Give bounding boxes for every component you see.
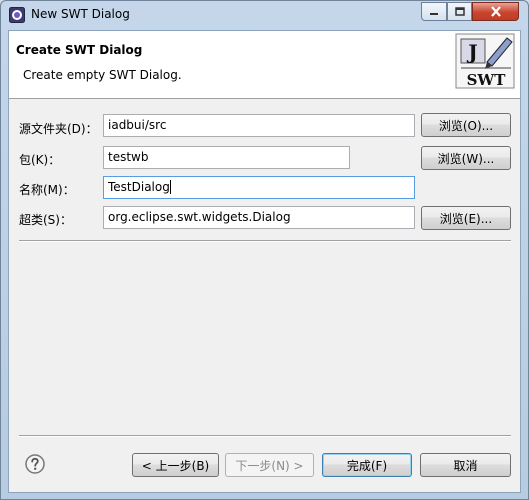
package-label: 包(K)： xyxy=(19,153,61,167)
maximize-icon xyxy=(454,7,465,16)
title-bar[interactable]: New SWT Dialog xyxy=(1,1,528,29)
close-icon xyxy=(490,6,501,17)
swt-wizard-icon: J SWT xyxy=(455,33,515,89)
minimize-icon xyxy=(430,12,438,15)
back-button[interactable]: < 上一步(B) xyxy=(132,453,219,477)
source-folder-label: 源文件夹(D)： xyxy=(19,122,98,136)
text-caret xyxy=(169,180,171,194)
logo-text: SWT xyxy=(467,71,507,89)
name-input[interactable]: TestDialog xyxy=(103,176,415,199)
browse-package-button[interactable]: 浏览(W)... xyxy=(421,146,511,170)
name-input-value: TestDialog xyxy=(108,180,170,194)
maximize-button[interactable] xyxy=(447,2,472,21)
browse-superclass-button[interactable]: 浏览(E)... xyxy=(421,206,511,230)
footer-separator xyxy=(19,435,511,437)
eclipse-icon xyxy=(9,7,25,23)
superclass-input[interactable]: org.eclipse.swt.widgets.Dialog xyxy=(103,206,415,229)
form-separator xyxy=(19,240,511,242)
finish-button[interactable]: 完成(F) xyxy=(322,453,412,477)
window-title: New SWT Dialog xyxy=(31,7,130,21)
name-label: 名称(M)： xyxy=(19,183,75,197)
cancel-button[interactable]: 取消 xyxy=(420,453,511,477)
logo-letter: J xyxy=(466,40,477,64)
wizard-banner: Create SWT Dialog Create empty SWT Dialo… xyxy=(9,31,520,99)
superclass-label: 超类(S)： xyxy=(19,213,72,227)
minimize-button[interactable] xyxy=(421,2,447,21)
package-input[interactable]: testwb xyxy=(103,146,350,169)
dialog-client-area: Create SWT Dialog Create empty SWT Dialo… xyxy=(8,30,521,493)
banner-title: Create SWT Dialog xyxy=(16,43,143,57)
help-icon[interactable] xyxy=(25,454,45,474)
dialog-window: New SWT Dialog Create SWT Dialog Create … xyxy=(0,0,529,500)
next-button[interactable]: 下一步(N) > xyxy=(225,453,314,477)
banner-description: Create empty SWT Dialog. xyxy=(23,68,182,82)
close-button[interactable] xyxy=(472,2,519,21)
browse-source-folder-button[interactable]: 浏览(O)... xyxy=(421,113,511,137)
source-folder-input[interactable]: iadbui/src xyxy=(103,114,415,137)
